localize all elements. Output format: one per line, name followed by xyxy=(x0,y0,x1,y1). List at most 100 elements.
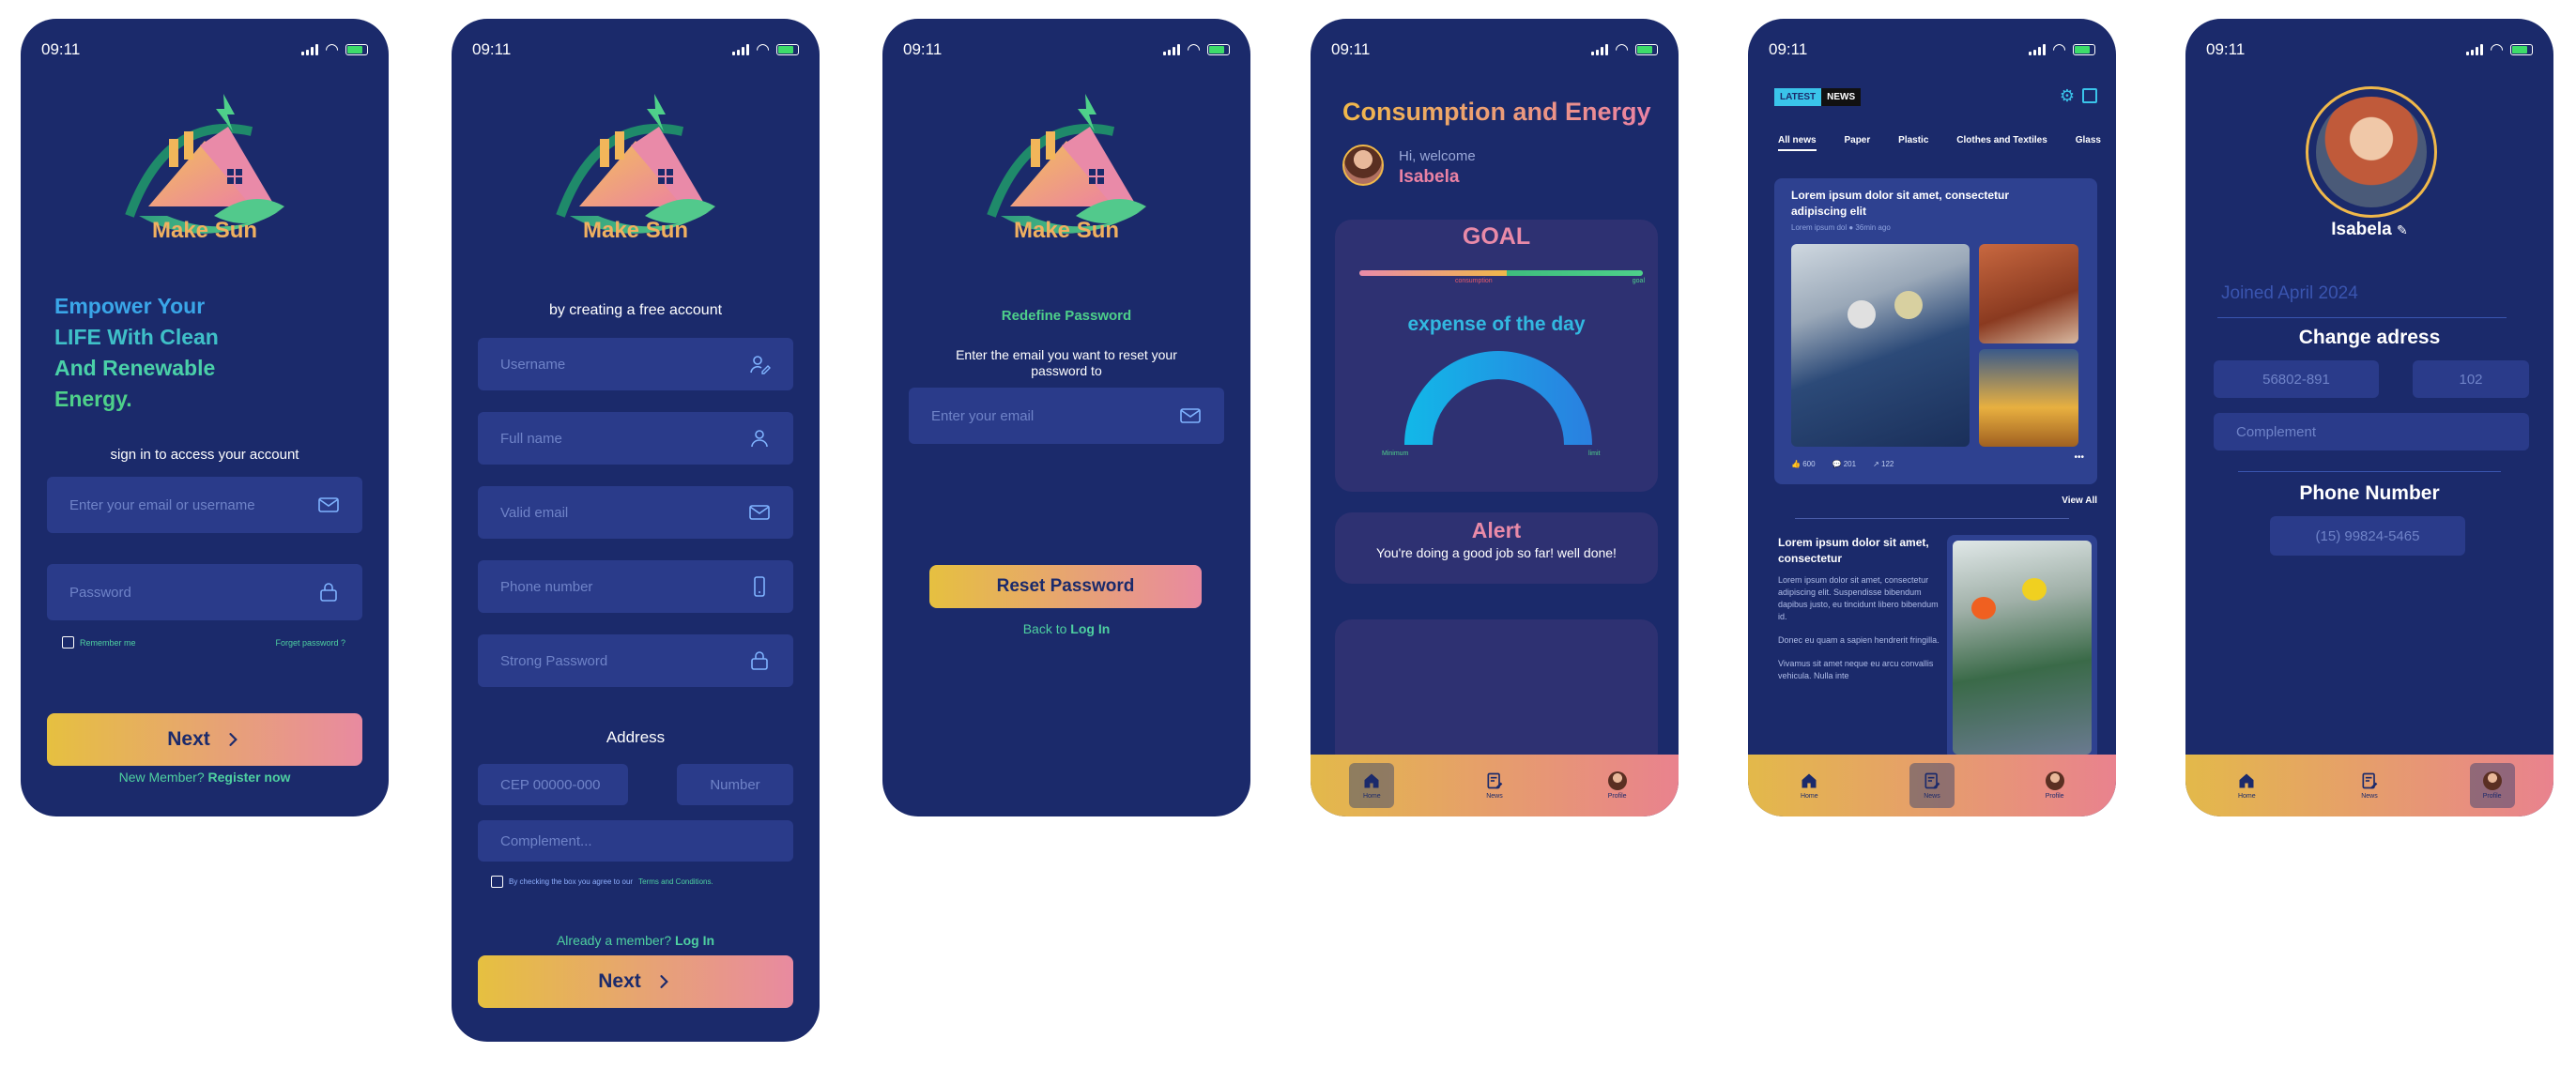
nav-home[interactable]: Home xyxy=(1786,763,1832,808)
user-edit-icon xyxy=(748,353,771,375)
divider xyxy=(2238,471,2501,472)
full-name-input[interactable]: Full name xyxy=(478,412,793,465)
news-icon xyxy=(1485,771,1504,790)
checkbox[interactable] xyxy=(491,876,503,888)
nav-profile[interactable]: Profile xyxy=(1595,763,1640,808)
wifi-icon: ◠ xyxy=(2052,40,2066,58)
logout-icon[interactable] xyxy=(2082,88,2097,103)
view-all-link[interactable]: View All xyxy=(2062,496,2097,506)
mail-icon xyxy=(317,494,340,516)
cep-input[interactable]: 56802-891 xyxy=(2214,360,2379,398)
wifi-icon: ◠ xyxy=(2490,40,2504,58)
signup-screen: 09:11 ◠ Make Sun by creating a free acco… xyxy=(452,19,820,1042)
divider xyxy=(2217,317,2507,318)
comment-button[interactable]: 💬 201 xyxy=(1832,460,1857,468)
article-preview[interactable]: Lorem ipsum dolor sit amet, consectetur … xyxy=(1778,535,1945,682)
login-subtitle: sign in to access your account xyxy=(110,447,299,463)
password-input[interactable]: Password xyxy=(47,564,362,620)
battery-icon xyxy=(2073,44,2095,55)
login-link[interactable]: Log In xyxy=(675,933,714,948)
post-meta: Lorem ipsum dol ● 36min ago xyxy=(1791,223,1891,232)
tab-clothes[interactable]: Clothes and Textiles xyxy=(1956,135,2047,151)
tab-plastic[interactable]: Plastic xyxy=(1898,135,1928,151)
email-input[interactable]: Enter your email xyxy=(909,388,1224,444)
battery-icon xyxy=(345,44,368,55)
featured-post[interactable]: Lorem ipsum dolor sit amet, consectetur … xyxy=(1774,178,2097,484)
avatar[interactable] xyxy=(1342,145,1384,186)
mail-icon xyxy=(1179,404,1202,427)
nav-news[interactable]: News xyxy=(2347,763,2392,808)
bottom-nav: Home News Profile xyxy=(1748,755,2116,816)
remember-me-checkbox[interactable]: Remember me xyxy=(62,636,136,648)
post-stats: 👍 600 💬 201 ↗ 122 xyxy=(1791,460,1894,468)
nav-profile[interactable]: Profile xyxy=(2469,763,2515,808)
expense-gauge xyxy=(1404,351,1592,445)
reset-password-button[interactable]: Reset Password xyxy=(929,565,1202,608)
status-bar: 09:11 ◠ xyxy=(472,38,799,62)
status-time: 09:11 xyxy=(472,40,512,58)
tab-glass[interactable]: Glass xyxy=(2076,135,2101,151)
share-button[interactable]: ↗ 122 xyxy=(1873,460,1894,468)
more-icon[interactable]: ••• xyxy=(2074,452,2084,463)
status-time: 09:11 xyxy=(41,40,81,58)
email-input[interactable]: Valid email xyxy=(478,486,793,539)
next-button[interactable]: Next xyxy=(478,955,793,1008)
cep-input[interactable]: CEP 00000-000 xyxy=(478,764,628,805)
wifi-icon: ◠ xyxy=(756,40,770,58)
like-button[interactable]: 👍 600 xyxy=(1791,460,1816,468)
terms-checkbox[interactable]: By checking the box you agree to our Ter… xyxy=(491,876,713,888)
nav-profile[interactable]: Profile xyxy=(2032,763,2078,808)
signal-icon xyxy=(1163,44,1181,55)
phone-input[interactable]: Phone number xyxy=(478,560,793,613)
tab-paper[interactable]: Paper xyxy=(1844,135,1870,151)
profile-avatar xyxy=(2316,97,2427,207)
pencil-icon[interactable]: ✎ xyxy=(2397,222,2408,237)
register-link[interactable]: Register now xyxy=(208,770,291,785)
register-row: New Member? Register now xyxy=(118,770,291,785)
post-title: Lorem ipsum dolor sit amet, consectetur … xyxy=(1791,189,2010,218)
password-input[interactable]: Strong Password xyxy=(478,634,793,687)
checkbox[interactable] xyxy=(62,636,74,648)
brand-name: Make Sun xyxy=(151,218,258,243)
goal-title: GOAL xyxy=(1462,223,1531,250)
tab-all-news[interactable]: All news xyxy=(1778,135,1817,151)
greeting: Hi, welcome xyxy=(1399,148,1476,164)
status-bar: 09:11 ◠ xyxy=(903,38,1230,62)
user-name: Isabela xyxy=(1399,167,1460,187)
bottom-nav: Home News Profile xyxy=(1311,755,1679,816)
profile-avatar-ring[interactable] xyxy=(2306,86,2437,218)
goal-label: goal xyxy=(1632,278,1645,284)
phone-input[interactable]: (15) 99824-5465 xyxy=(2270,516,2465,556)
joined-date: Joined April 2024 xyxy=(2221,283,2358,303)
gear-icon[interactable]: ⚙ xyxy=(2060,86,2075,106)
change-address-title: Change adress xyxy=(2298,327,2441,348)
divider xyxy=(1795,518,2069,519)
nav-news[interactable]: News xyxy=(1472,763,1517,808)
signal-icon xyxy=(301,44,319,55)
article-image-frame xyxy=(1947,535,2097,760)
terms-link[interactable]: Terms and Conditions. xyxy=(638,877,713,886)
number-input[interactable]: 102 xyxy=(2413,360,2529,398)
wifi-icon: ◠ xyxy=(325,40,339,58)
number-input[interactable]: Number xyxy=(677,764,793,805)
solar-panel-image xyxy=(1791,244,1970,447)
status-time: 09:11 xyxy=(2206,40,2246,58)
battery-icon xyxy=(776,44,799,55)
avatar xyxy=(2482,771,2502,790)
lock-icon xyxy=(317,581,340,603)
email-input[interactable]: Enter your email or username xyxy=(47,477,362,533)
complement-input[interactable]: Complement... xyxy=(478,820,793,862)
nav-home[interactable]: Home xyxy=(2224,763,2269,808)
username-input[interactable]: Username xyxy=(478,338,793,390)
complement-input[interactable]: Complement xyxy=(2214,413,2529,450)
workers-image xyxy=(1953,541,2092,755)
nav-news[interactable]: News xyxy=(1909,763,1955,808)
next-button[interactable]: Next xyxy=(47,713,362,766)
mail-icon xyxy=(748,501,771,524)
login-link[interactable]: Log In xyxy=(1070,621,1110,636)
forgot-password-link[interactable]: Forget password ? xyxy=(275,638,345,648)
nav-home[interactable]: Home xyxy=(1349,763,1395,808)
login-row: Already a member? Log In xyxy=(556,933,715,948)
battery-icon xyxy=(1207,44,1230,55)
wifi-icon: ◠ xyxy=(1187,40,1201,58)
